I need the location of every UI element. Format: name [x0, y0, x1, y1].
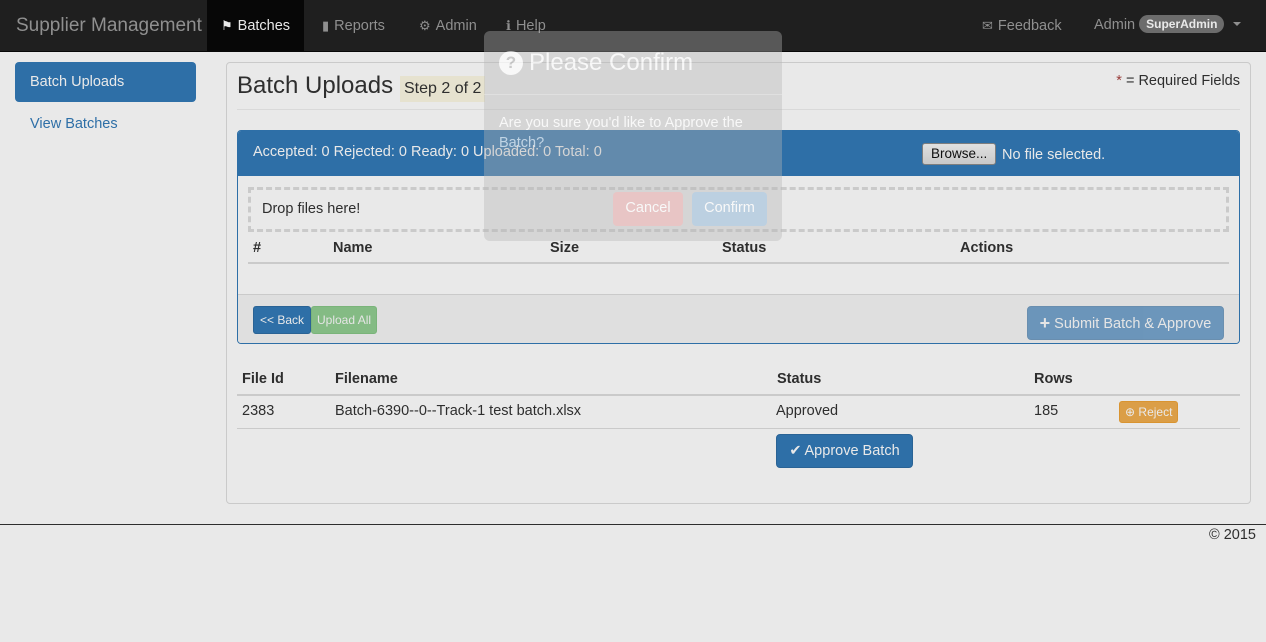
- confirm-button[interactable]: Confirm: [692, 192, 767, 226]
- dialog-header-divider: [484, 94, 782, 95]
- dialog-message: Are you sure you'd like to Approve the B…: [499, 115, 743, 151]
- dialog-title-text: Please Confirm: [529, 49, 694, 76]
- question-icon: ?: [499, 51, 523, 75]
- confirm-dialog: ? Please Confirm Are you sure you'd like …: [484, 31, 782, 241]
- dialog-title: ? Please Confirm: [499, 49, 693, 77]
- cancel-button[interactable]: Cancel: [613, 192, 683, 226]
